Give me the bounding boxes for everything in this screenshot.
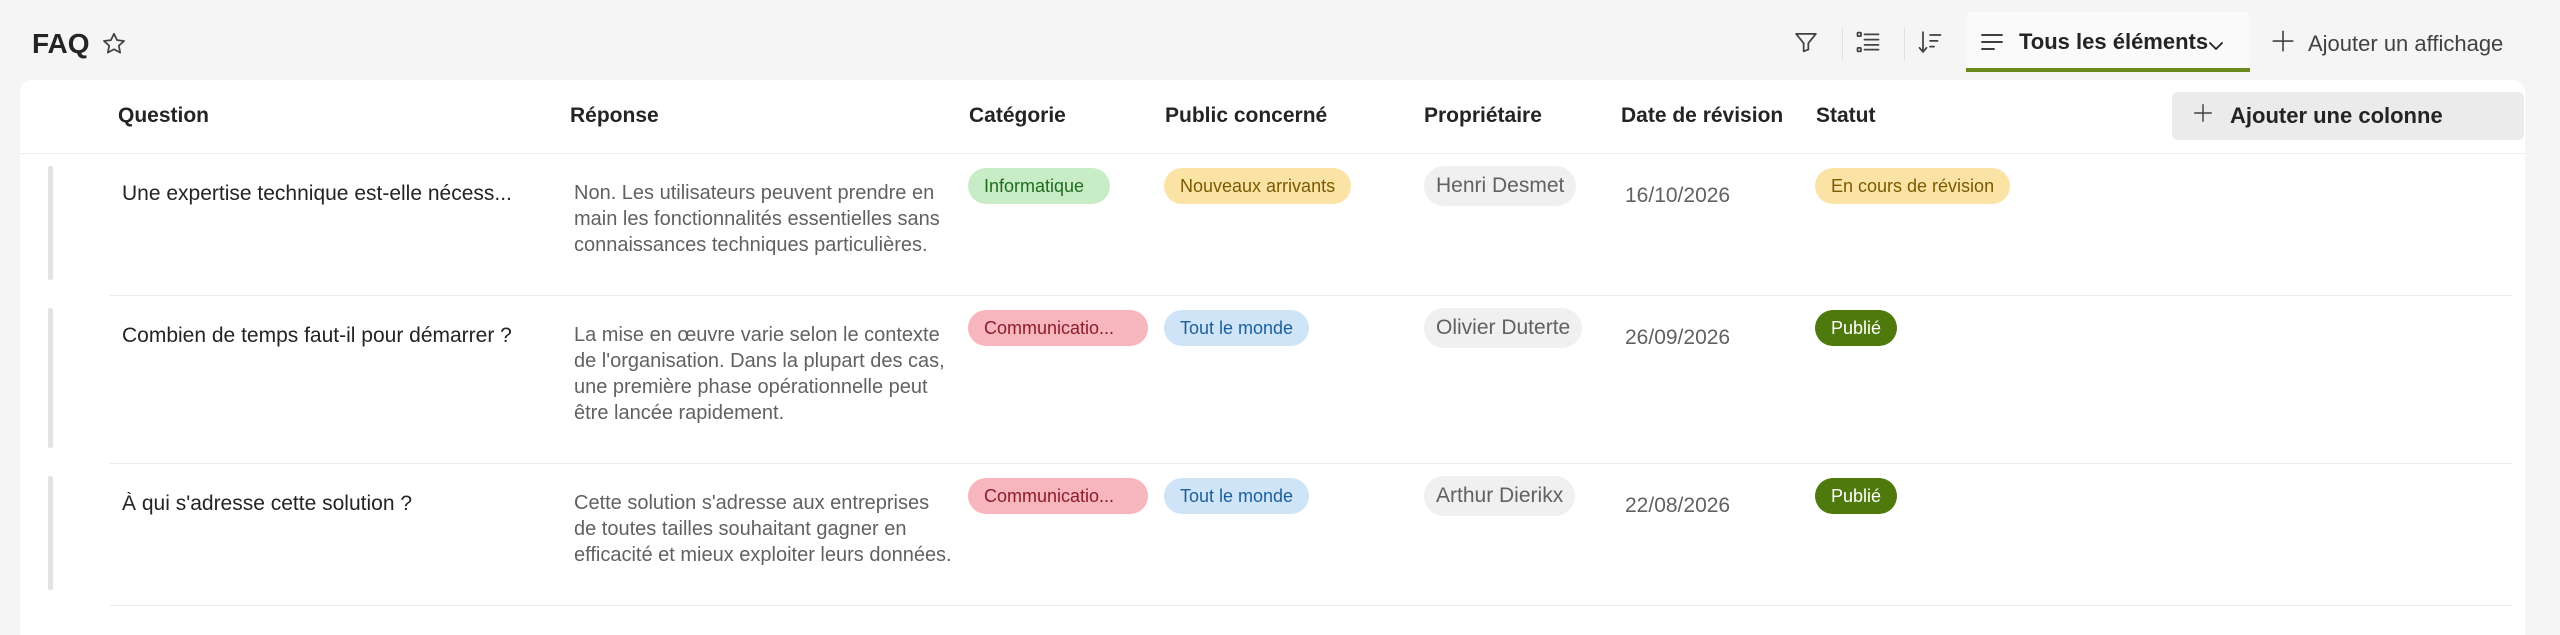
column-header-date[interactable]: Date de révision	[1621, 104, 1783, 128]
audience-badge: Nouveaux arrivants	[1164, 168, 1352, 204]
cell-date: 26/09/2026	[1625, 326, 1731, 349]
category-badge: Communicatio...	[968, 478, 1148, 514]
sort-icon	[1916, 28, 1944, 61]
column-header-proprietaire[interactable]: Propriétaire	[1424, 104, 1542, 128]
row-divider	[110, 605, 2513, 606]
status-badge: En cours de révision	[1815, 168, 2011, 204]
cell-reponse: Cette solution s'adresse aux entreprises…	[574, 492, 952, 566]
view-lines-icon	[1980, 32, 2004, 57]
category-badge: Communicatio...	[968, 310, 1148, 346]
cell-date: 16/10/2026	[1625, 184, 1731, 207]
owner-chip[interactable]: Arthur Dierikx	[1424, 476, 1576, 516]
row-selection-bar[interactable]	[48, 476, 53, 590]
table-row[interactable]: À qui s'adresse cette solution ? Cette s…	[20, 464, 2525, 606]
add-view-label: Ajouter un affichage	[2308, 31, 2504, 56]
add-view-button[interactable]: Ajouter un affichage	[2256, 26, 2517, 62]
owner-chip[interactable]: Henri Desmet	[1424, 166, 1577, 206]
star-icon[interactable]	[100, 30, 128, 58]
table-row[interactable]: Une expertise technique est-elle nécess.…	[20, 154, 2525, 296]
column-header-categorie[interactable]: Catégorie	[969, 104, 1066, 128]
list-view-icon	[1854, 28, 1882, 61]
filter-button[interactable]	[1786, 26, 1826, 62]
cell-reponse: La mise en œuvre varie selon le contexte…	[574, 324, 945, 424]
row-selection-bar[interactable]	[48, 166, 53, 280]
cell-date: 22/08/2026	[1625, 494, 1731, 517]
view-selector[interactable]: Tous les éléments	[1966, 12, 2250, 72]
toolbar-divider	[1842, 28, 1843, 60]
list-view-button[interactable]	[1848, 26, 1888, 62]
table-header: Question Réponse Catégorie Public concer…	[20, 80, 2525, 154]
audience-badge: Tout le monde	[1164, 310, 1310, 346]
status-badge: Publié	[1815, 478, 1898, 514]
filter-icon	[1792, 28, 1820, 61]
row-selection-bar[interactable]	[48, 308, 53, 448]
cell-question[interactable]: Une expertise technique est-elle nécess.…	[122, 182, 552, 206]
table-row[interactable]: Combien de temps faut-il pour démarrer ?…	[20, 296, 2525, 464]
sort-button[interactable]	[1910, 26, 1950, 62]
cell-reponse: Non. Les utilisateurs peuvent prendre en…	[574, 182, 940, 256]
column-header-question[interactable]: Question	[118, 104, 209, 128]
column-header-statut[interactable]: Statut	[1816, 104, 1876, 128]
page-title: FAQ	[32, 28, 90, 59]
status-badge: Publié	[1815, 310, 1898, 346]
toolbar-divider	[1904, 28, 1905, 60]
add-column-button[interactable]: Ajouter une colonne	[2172, 92, 2524, 140]
plus-icon	[2270, 28, 2296, 60]
plus-icon	[2192, 102, 2214, 130]
category-badge: Informatique	[968, 168, 1110, 204]
view-selector-label: Tous les éléments	[2019, 29, 2209, 54]
page-header: FAQ Tous les éléments Ajouter un afficha…	[0, 0, 2560, 88]
cell-question[interactable]: À qui s'adresse cette solution ?	[122, 492, 552, 516]
cell-question[interactable]: Combien de temps faut-il pour démarrer ?	[122, 324, 552, 348]
active-view-underline	[1966, 68, 2250, 72]
audience-badge: Tout le monde	[1164, 478, 1310, 514]
owner-chip[interactable]: Olivier Duterte	[1424, 308, 1583, 348]
chevron-down-icon	[2208, 38, 2224, 56]
column-header-public[interactable]: Public concerné	[1165, 104, 1327, 128]
add-column-label: Ajouter une colonne	[2230, 103, 2443, 128]
list-card: Question Réponse Catégorie Public concer…	[20, 80, 2525, 635]
column-header-reponse[interactable]: Réponse	[570, 104, 659, 128]
